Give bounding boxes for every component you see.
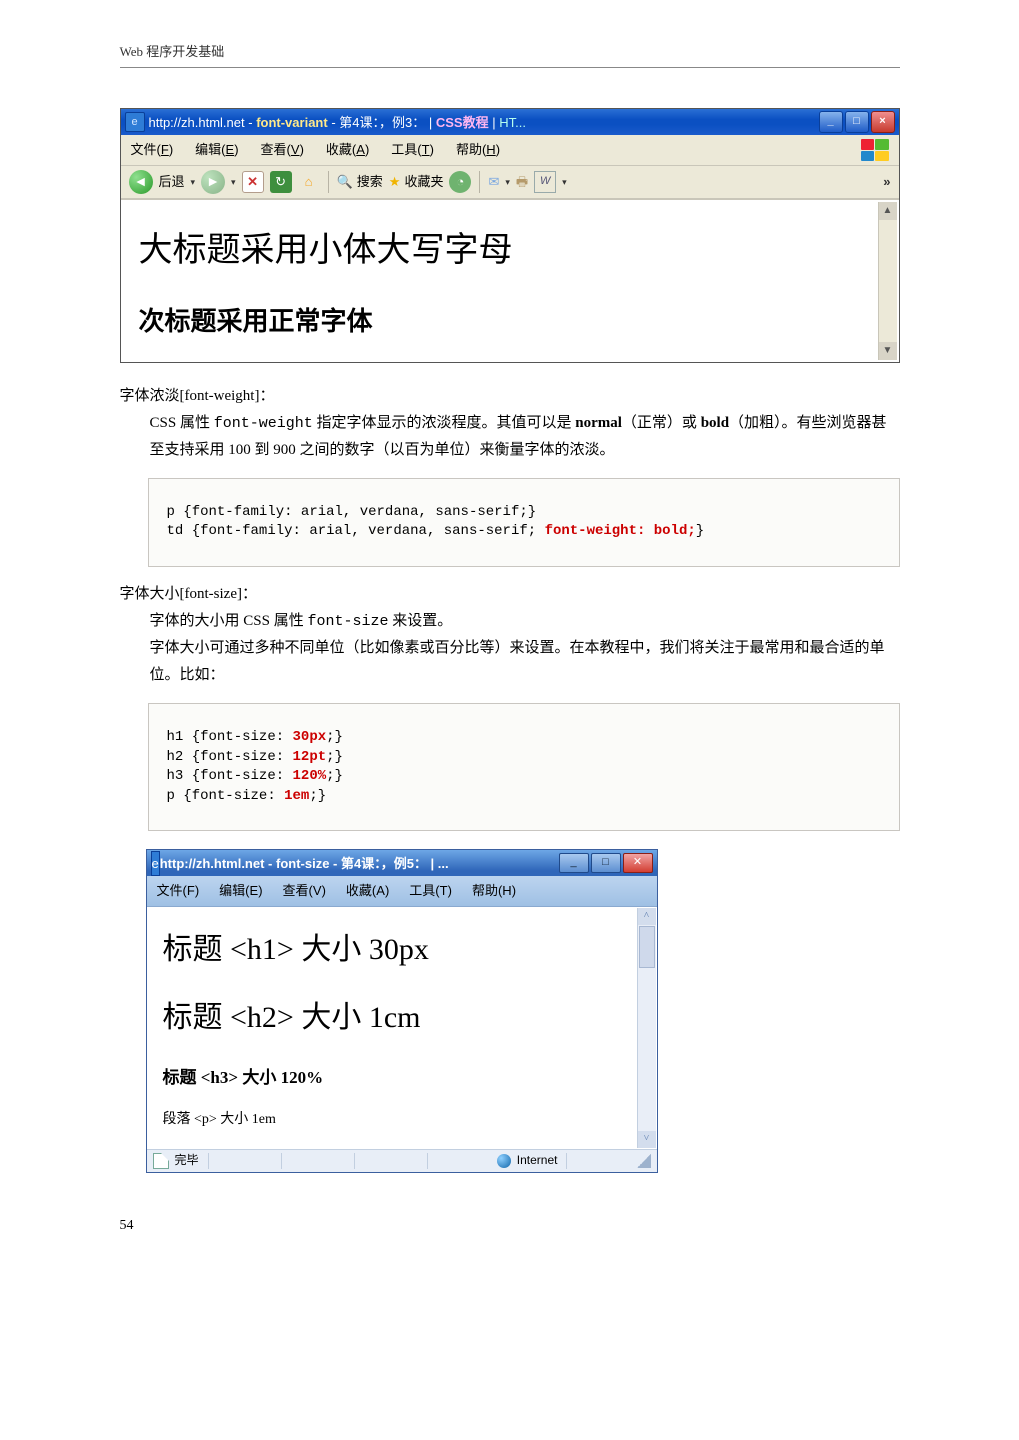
- section-title-font-size: 字体大小[font-size]：: [120, 581, 900, 608]
- scroll-down-icon[interactable]: ˅: [638, 1131, 656, 1148]
- scroll-thumb[interactable]: [639, 926, 655, 968]
- font-size-paragraph-1: 字体的大小用 CSS 属性 font-size 来设置。: [150, 608, 900, 635]
- status-bar: 完毕 Internet: [147, 1149, 657, 1172]
- menu-help[interactable]: 帮助(H): [456, 138, 500, 161]
- close-button[interactable]: ×: [871, 111, 895, 133]
- media-button-icon[interactable]: ◔: [449, 171, 471, 193]
- menu-file[interactable]: 文件(F): [157, 879, 200, 902]
- menu-view[interactable]: 查看(V): [283, 879, 326, 902]
- scroll-up-icon[interactable]: ˄: [638, 908, 656, 925]
- edit-dropdown-icon[interactable]: ▾: [562, 174, 567, 190]
- menu-edit[interactable]: 编辑(E): [219, 879, 262, 902]
- font-size-paragraph-2: 字体大小可通过多种不同单位（比如像素或百分比等）来设置。在本教程中，我们将关注于…: [150, 635, 900, 689]
- refresh-button-icon[interactable]: ↻: [270, 171, 292, 193]
- stop-button-icon[interactable]: ✕: [242, 171, 264, 193]
- code-example-font-weight: p {font-family: arial, verdana, sans-ser…: [148, 478, 900, 567]
- menu-bar: 文件(F) 编辑(E) 查看(V) 收藏(A) 工具(T) 帮助(H): [147, 876, 657, 906]
- home-button-icon[interactable]: ⌂: [298, 171, 320, 193]
- vertical-scrollbar[interactable]: ˄ ˅: [637, 908, 656, 1148]
- ie-titlebar: e http://zh.html.net - font-variant - 第4…: [121, 109, 899, 135]
- demo-h1-line: 标题 <h1> 大小 30px: [163, 923, 641, 977]
- windows-flag-icon: [861, 139, 889, 161]
- maximize-button[interactable]: □: [591, 853, 621, 873]
- menu-view[interactable]: 查看(V): [261, 138, 304, 161]
- forward-dropdown-icon[interactable]: ▾: [231, 174, 236, 190]
- window-title: http://zh.html.net - font-size - 第4课：，例5…: [160, 852, 559, 875]
- forward-button-icon[interactable]: ►: [201, 170, 225, 194]
- favorites-button[interactable]: ★ 收藏夹: [389, 170, 444, 193]
- toolbar: ◄ 后退 ▾ ► ▾ ✕ ↻ ⌂ 🔍 搜索 ★ 收藏夹 ◔ ✉ ▾ 🖶 W ▾: [121, 166, 899, 199]
- print-button-icon[interactable]: 🖶: [516, 170, 528, 193]
- vertical-scrollbar[interactable]: ▲ ▼: [878, 202, 897, 360]
- minimize-button[interactable]: _: [559, 853, 589, 873]
- ie-logo-icon: e: [151, 851, 160, 876]
- font-weight-paragraph: CSS 属性 font-weight 指定字体显示的浓淡程度。其值可以是 nor…: [150, 410, 900, 464]
- close-button[interactable]: ✕: [623, 853, 653, 873]
- demo-p-line: 段落 <p> 大小 1em: [163, 1107, 641, 1132]
- star-icon: ★: [389, 170, 401, 193]
- mail-dropdown-icon[interactable]: ▾: [505, 174, 510, 190]
- mail-button-icon[interactable]: ✉: [488, 170, 499, 193]
- document-icon: [153, 1153, 169, 1169]
- scroll-up-icon[interactable]: ▲: [879, 202, 897, 220]
- ie-window-font-variant: e http://zh.html.net - font-variant - 第4…: [120, 108, 900, 362]
- code-example-font-size: h1 {font-size: 30px;} h2 {font-size: 12p…: [148, 703, 900, 831]
- status-zone-label: Internet: [517, 1150, 558, 1172]
- edit-button-icon[interactable]: W: [534, 171, 556, 193]
- page-number: 54: [120, 1213, 900, 1238]
- menu-tools[interactable]: 工具(T): [409, 879, 452, 902]
- page-header: Web 程序开发基础: [120, 40, 900, 68]
- back-dropdown-icon[interactable]: ▾: [191, 174, 196, 190]
- demo-h3-line: 标题 <h3> 大小 120%: [163, 1063, 641, 1094]
- section-title-font-weight: 字体浓淡[font-weight]：: [120, 383, 900, 410]
- menu-tools[interactable]: 工具(T): [391, 138, 434, 161]
- menu-file[interactable]: 文件(F): [131, 138, 174, 161]
- menu-edit[interactable]: 编辑(E): [195, 138, 238, 161]
- menu-help[interactable]: 帮助(H): [472, 879, 516, 902]
- maximize-button[interactable]: □: [845, 111, 869, 133]
- back-button-icon[interactable]: ◄: [129, 170, 153, 194]
- demo-heading-large: 大标题采用小体大写字母: [139, 220, 881, 281]
- search-button[interactable]: 🔍 搜索: [337, 170, 383, 193]
- toolbar-separator: [479, 171, 480, 193]
- toolbar-separator: [328, 171, 329, 193]
- browser-viewport: 标题 <h1> 大小 30px 标题 <h2> 大小 1cm 标题 <h3> 大…: [147, 907, 657, 1149]
- back-button-label[interactable]: 后退: [159, 170, 185, 193]
- ie-window-font-size: e http://zh.html.net - font-size - 第4课：，…: [146, 849, 658, 1172]
- ie-logo-icon: e: [125, 112, 145, 132]
- window-title: http://zh.html.net - font-variant - 第4课：…: [149, 111, 819, 134]
- status-done-label: 完毕: [175, 1150, 199, 1172]
- menu-bar: 文件(F) 编辑(E) 查看(V) 收藏(A) 工具(T) 帮助(H): [121, 135, 899, 165]
- resize-grip-icon[interactable]: [637, 1154, 651, 1168]
- browser-viewport: 大标题采用小体大写字母 次标题采用正常字体 ▲ ▼: [121, 199, 899, 362]
- scroll-down-icon[interactable]: ▼: [879, 342, 897, 360]
- menu-favorites[interactable]: 收藏(A): [326, 138, 369, 161]
- search-icon: 🔍: [337, 170, 353, 193]
- ie2-titlebar: e http://zh.html.net - font-size - 第4课：，…: [147, 850, 657, 876]
- toolbar-overflow-icon[interactable]: »: [883, 170, 890, 193]
- menu-favorites[interactable]: 收藏(A): [346, 879, 389, 902]
- globe-icon: [497, 1154, 511, 1168]
- demo-h2-line: 标题 <h2> 大小 1cm: [163, 991, 641, 1045]
- demo-heading-sub: 次标题采用正常字体: [139, 299, 881, 346]
- minimize-button[interactable]: _: [819, 111, 843, 133]
